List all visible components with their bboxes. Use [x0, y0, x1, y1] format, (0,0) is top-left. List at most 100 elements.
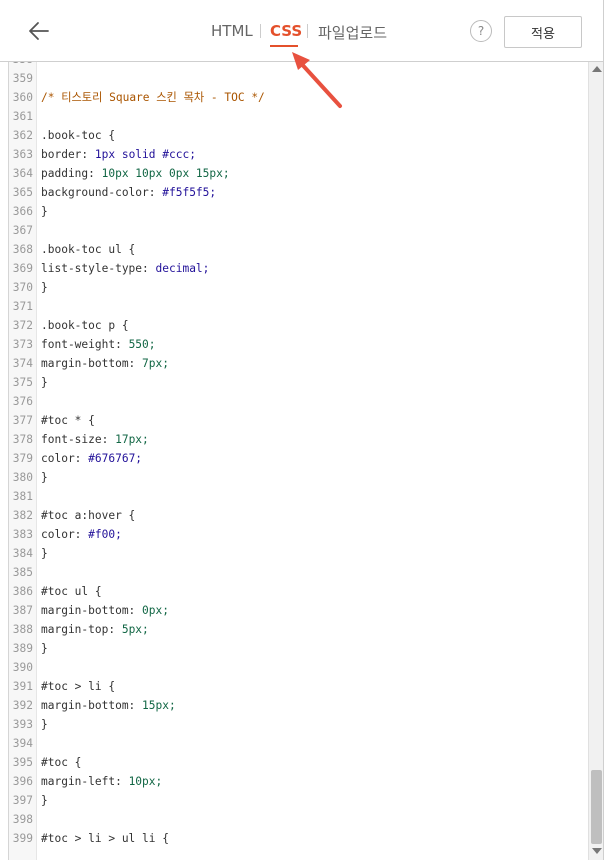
line-number: 388 — [12, 623, 33, 636]
code-text: margin-bottom: 15px; — [41, 699, 176, 712]
code-line: 384} — [9, 544, 588, 563]
code-text: } — [41, 281, 48, 294]
line-number: 375 — [12, 376, 33, 389]
code-line: 373 font-weight: 550; — [9, 335, 588, 354]
line-number: 358 — [9, 62, 33, 69]
line-number: 376 — [12, 395, 33, 408]
line-number: 385 — [12, 566, 33, 579]
line-number: 394 — [12, 737, 33, 750]
code-line: 370} — [9, 278, 588, 297]
code-text: #toc > li > ul li { — [41, 832, 169, 845]
scroll-up-icon[interactable] — [592, 66, 602, 72]
code-line: 382 #toc a:hover { — [9, 506, 588, 525]
code-line: 371 — [9, 297, 588, 316]
line-number: 387 — [12, 604, 33, 617]
apply-button[interactable]: 적용 — [504, 16, 582, 48]
line-number: 371 — [12, 300, 33, 313]
tab-css[interactable]: CSS — [270, 22, 302, 40]
code-text: color: #676767; — [41, 452, 143, 465]
line-number: 384 — [12, 547, 33, 560]
code-line: 376 — [9, 392, 588, 411]
code-text: border: 1px solid #ccc; — [41, 148, 196, 161]
code-text: #toc > li { — [41, 680, 116, 693]
code-line: 368 .book-toc ul { — [9, 240, 588, 259]
code-line: 389} — [9, 639, 588, 658]
code-text: font-size: 17px; — [41, 433, 149, 446]
tab-divider — [307, 24, 308, 38]
line-number: 399 — [12, 832, 33, 845]
active-tab-indicator — [270, 45, 298, 47]
editor-toolbar: HTML CSS 파일업로드 ? 적용 — [0, 0, 604, 62]
scrollbar-thumb[interactable] — [591, 770, 602, 844]
code-line: 359 — [9, 69, 588, 88]
code-text: } — [41, 547, 48, 560]
code-text: #toc * { — [41, 414, 95, 427]
code-line: 393} — [9, 715, 588, 734]
css-code-editor[interactable]: 358359360/* 티스토리 Square 스킨 목차 - TOC */36… — [8, 62, 588, 860]
code-line: 367 — [9, 221, 588, 240]
code-text: /* 티스토리 Square 스킨 목차 - TOC */ — [41, 91, 265, 104]
line-number: 366 — [12, 205, 33, 218]
help-button[interactable]: ? — [470, 20, 492, 42]
code-line: 398 — [9, 810, 588, 829]
code-line: 388 margin-top: 5px; — [9, 620, 588, 639]
code-text: color: #f00; — [41, 528, 122, 541]
line-number: 383 — [12, 528, 33, 541]
code-text: .book-toc ul { — [41, 243, 136, 256]
code-text: margin-top: 5px; — [41, 623, 149, 636]
code-line: 391 #toc > li { — [9, 677, 588, 696]
line-number: 359 — [12, 72, 33, 85]
line-number: 386 — [12, 585, 33, 598]
code-line: 360 /* 티스토리 Square 스킨 목차 - TOC */ — [9, 88, 588, 107]
code-line: 386 #toc ul { — [9, 582, 588, 601]
line-number: 370 — [12, 281, 33, 294]
line-number: 390 — [12, 661, 33, 674]
code-line: 399 #toc > li > ul li { — [9, 829, 588, 848]
line-number: 379 — [12, 452, 33, 465]
code-text: .book-toc p { — [41, 319, 129, 332]
line-number: 364 — [12, 167, 33, 180]
code-line: 395 #toc { — [9, 753, 588, 772]
tab-divider — [260, 24, 261, 38]
code-line: 363 border: 1px solid #ccc; — [9, 145, 588, 164]
code-text: font-weight: 550; — [41, 338, 156, 351]
line-number: 369 — [12, 262, 33, 275]
editor-scrollbar[interactable] — [588, 62, 604, 860]
code-text: } — [41, 794, 48, 807]
line-number: 380 — [12, 471, 33, 484]
code-line: 361 — [9, 107, 588, 126]
tab-file-upload[interactable]: 파일업로드 — [318, 22, 387, 43]
code-line: 378 font-size: 17px; — [9, 430, 588, 449]
code-text: #toc ul { — [41, 585, 102, 598]
line-number: 393 — [12, 718, 33, 731]
code-line: 372 .book-toc p { — [9, 316, 588, 335]
code-text: margin-bottom: 0px; — [41, 604, 169, 617]
line-number: 377 — [12, 414, 33, 427]
code-text: } — [41, 718, 48, 731]
code-line: 392 margin-bottom: 15px; — [9, 696, 588, 715]
code-text: margin-left: 10px; — [41, 775, 163, 788]
code-text: } — [41, 376, 48, 389]
code-text: margin-bottom: 7px; — [41, 357, 169, 370]
line-number: 396 — [12, 775, 33, 788]
code-text: #toc a:hover { — [41, 509, 136, 522]
tab-html[interactable]: HTML — [211, 22, 253, 40]
line-number: 363 — [12, 148, 33, 161]
code-line: 380} — [9, 468, 588, 487]
line-number: 372 — [12, 319, 33, 332]
code-line: 365 background-color: #f5f5f5; — [9, 183, 588, 202]
scroll-down-icon[interactable] — [592, 848, 602, 854]
code-line: 364 padding: 10px 10px 0px 15px; — [9, 164, 588, 183]
code-line: 362 .book-toc { — [9, 126, 588, 145]
code-line: 374 margin-bottom: 7px; — [9, 354, 588, 373]
code-text: .book-toc { — [41, 129, 116, 142]
line-number: 367 — [12, 224, 33, 237]
line-number: 391 — [12, 680, 33, 693]
line-number: 381 — [12, 490, 33, 503]
code-line: 390 — [9, 658, 588, 677]
line-number: 373 — [12, 338, 33, 351]
code-line: 396 margin-left: 10px; — [9, 772, 588, 791]
code-text: background-color: #f5f5f5; — [41, 186, 217, 199]
code-line: 383 color: #f00; — [9, 525, 588, 544]
line-number: 389 — [12, 642, 33, 655]
